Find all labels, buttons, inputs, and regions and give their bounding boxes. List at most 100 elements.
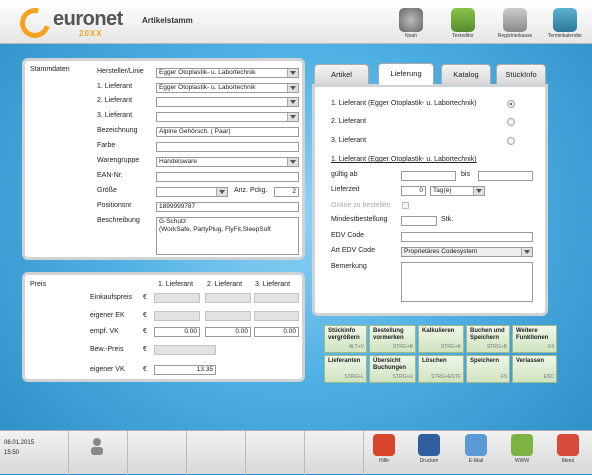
hilfe-button[interactable]: Hilfe bbox=[366, 434, 402, 464]
positionsnr-input[interactable]: 1899999787 bbox=[156, 202, 299, 212]
cash-register-icon bbox=[503, 8, 527, 32]
loeschen-button[interactable]: Löschen STRG+ENTF bbox=[418, 355, 464, 383]
bew-preis-label: Bew.-Preis bbox=[90, 346, 124, 353]
groesse-label: Größe bbox=[97, 187, 117, 194]
lieferant2-label: 2. Lieferant bbox=[97, 97, 133, 104]
mindestbestellung-input[interactable] bbox=[401, 216, 437, 226]
online-checkbox[interactable] bbox=[402, 202, 409, 209]
einkaufspreis-l2 bbox=[205, 293, 251, 303]
stammdaten-title: Stammdaten bbox=[30, 66, 70, 73]
lieferant1-select[interactable]: Egger Otoplastik- u. Labortechnik bbox=[156, 83, 299, 93]
header-bar: euronet 20XX Artikelstamm Noah Textedito… bbox=[0, 0, 592, 44]
eigener-vk-label: eigener VK bbox=[90, 366, 125, 373]
verlassen-button[interactable]: Verlassen ESC bbox=[512, 355, 557, 383]
currency-symbol: € bbox=[143, 294, 147, 301]
currency-symbol: € bbox=[143, 346, 147, 353]
edv-code-input[interactable] bbox=[401, 232, 533, 242]
bezeichnung-input[interactable]: Alpine Gehörsch. ( Paar) bbox=[156, 127, 299, 137]
ean-label: EAN-Nr. bbox=[97, 172, 123, 179]
toolbar-terminkalender-button[interactable]: Terminkalender bbox=[547, 8, 583, 39]
bemerkung-label: Bemerkung bbox=[331, 263, 367, 270]
eigener-ek-label: eigener EK bbox=[90, 312, 125, 319]
art-edv-code-select[interactable]: Proprietäres Codesystem bbox=[401, 247, 533, 257]
preis-col-lieferant1: 1. Lieferant bbox=[158, 281, 194, 288]
empf-vk-label: empf. VK bbox=[90, 328, 119, 335]
buchen-speichern-button[interactable]: Buchen und Speichern STRG+B bbox=[466, 325, 510, 353]
currency-symbol: € bbox=[143, 366, 147, 373]
menue-button[interactable]: Menü bbox=[550, 434, 586, 464]
drucken-button[interactable]: Drucken bbox=[411, 434, 447, 464]
email-button[interactable]: E-Mail bbox=[458, 434, 494, 464]
gueltig-ab-input[interactable] bbox=[401, 171, 456, 181]
weitere-funktionen-button[interactable]: Weitere Funktionen F4 bbox=[512, 325, 557, 353]
radio-lieferant2-label: 2. Lieferant bbox=[331, 118, 367, 125]
preis-col-lieferant2: 2. Lieferant bbox=[207, 281, 243, 288]
radio-lieferant1-label: 1. Lieferant (Egger Otoplastik- u. Labor… bbox=[331, 100, 477, 107]
empf-vk-l2[interactable]: 0.00 bbox=[205, 327, 251, 337]
farbe-input[interactable] bbox=[156, 142, 299, 152]
bis-input[interactable] bbox=[478, 171, 533, 181]
kalkulieren-button[interactable]: Kalkulieren STRG+K bbox=[418, 325, 464, 353]
noah-icon bbox=[399, 8, 423, 32]
warengruppe-label: Warengruppe bbox=[97, 157, 140, 164]
farbe-label: Farbe bbox=[97, 142, 116, 149]
groesse-select[interactable] bbox=[156, 187, 228, 197]
mindestbestellung-label: Mindestbestellung bbox=[331, 216, 388, 223]
bezeichnung-label: Bezeichnung bbox=[97, 127, 138, 134]
hersteller-select[interactable]: Egger Otoplastik- u. Labortechnik bbox=[156, 68, 299, 78]
module-title: Artikelstamm bbox=[142, 16, 193, 25]
tab-katalog[interactable]: Katalog bbox=[441, 64, 491, 84]
bemerkung-textarea[interactable] bbox=[401, 262, 533, 302]
currency-symbol: € bbox=[143, 312, 147, 319]
lieferant2-select[interactable] bbox=[156, 97, 299, 107]
lieferanten-button[interactable]: Lieferanten STRG+L bbox=[324, 355, 367, 383]
hersteller-label: Hersteller/Linie bbox=[97, 68, 144, 75]
uebersicht-buchungen-button[interactable]: Übersicht Buchungen STRG+U bbox=[369, 355, 416, 383]
radio-lieferant3[interactable] bbox=[507, 137, 515, 145]
preis-title: Preis bbox=[30, 281, 46, 288]
warengruppe-select[interactable]: Handelsware bbox=[156, 157, 299, 167]
printer-icon bbox=[418, 434, 440, 456]
currency-symbol: € bbox=[143, 328, 147, 335]
online-label: Online zu bestellen bbox=[331, 202, 391, 209]
lieferzeit-input[interactable]: 0 bbox=[401, 186, 426, 196]
eigener-ek-l3 bbox=[254, 311, 299, 321]
preis-col-lieferant3: 3. Lieferant bbox=[255, 281, 291, 288]
toolbar-noah-button[interactable]: Noah bbox=[393, 8, 429, 39]
www-button[interactable]: WWW bbox=[504, 434, 540, 464]
lieferant1-label: 1. Lieferant bbox=[97, 83, 133, 90]
selected-lieferant-heading: 1. Lieferant (Egger Otoplastik- u. Labor… bbox=[331, 156, 477, 163]
tab-lieferung[interactable]: Lieferung bbox=[378, 63, 434, 85]
beschreibung-textarea[interactable]: G-Schutz (WorkSafe, PartyPlug, FlyFit,Sle… bbox=[156, 217, 299, 255]
stueckinfo-vergroessern-button[interactable]: Stückinfo vergrößern ALT+V bbox=[324, 325, 367, 353]
anz-pckg-label: Anz. Pckg. bbox=[234, 187, 268, 194]
radio-lieferant2[interactable] bbox=[507, 118, 515, 126]
bis-label: bis bbox=[461, 171, 470, 178]
tab-artikel[interactable]: Artikel bbox=[314, 64, 369, 84]
mindestbestellung-unit: Stk. bbox=[441, 216, 454, 223]
anz-pckg-input[interactable]: 2 bbox=[274, 187, 299, 197]
eigener-vk-input[interactable]: 13.35 bbox=[154, 365, 216, 375]
lieferzeit-unit-select[interactable]: Tag(e) bbox=[430, 186, 485, 196]
pencil-icon bbox=[451, 8, 475, 32]
ean-input[interactable] bbox=[156, 172, 299, 182]
globe-icon bbox=[511, 434, 533, 456]
tab-stueckinfo[interactable]: StückInfo bbox=[496, 64, 546, 84]
lieferant3-select[interactable] bbox=[156, 112, 299, 122]
radio-lieferant1[interactable] bbox=[507, 100, 515, 108]
art-edv-code-label: Art EDV Code bbox=[331, 247, 375, 254]
bestellung-vormerken-button[interactable]: Bestellung vormerken STRG+B bbox=[369, 325, 416, 353]
speichern-button[interactable]: Speichern F5 bbox=[466, 355, 510, 383]
user-icon[interactable] bbox=[90, 437, 104, 455]
toolbar-texteditor-button[interactable]: Texteditor bbox=[445, 8, 481, 39]
radio-lieferant3-label: 3. Lieferant bbox=[331, 137, 367, 144]
einkaufspreis-l1 bbox=[154, 293, 200, 303]
positionsnr-label: Positionsnr bbox=[97, 202, 132, 209]
empf-vk-l1[interactable]: 0.00 bbox=[154, 327, 200, 337]
empf-vk-l3[interactable]: 0.00 bbox=[254, 327, 299, 337]
lieferzeit-label: Lieferzeit bbox=[331, 186, 360, 193]
bew-preis-field bbox=[154, 345, 216, 355]
toolbar-registrierkasse-button[interactable]: Registrierkasse bbox=[497, 8, 533, 39]
eigener-ek-l1 bbox=[154, 311, 200, 321]
calendar-icon bbox=[553, 8, 577, 32]
